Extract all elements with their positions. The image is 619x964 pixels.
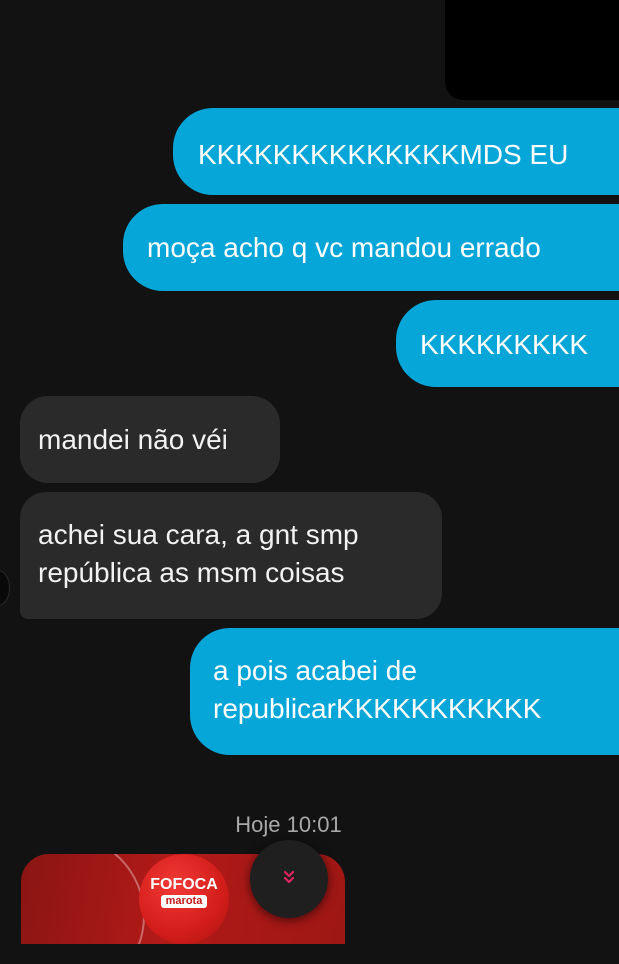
message-text-line: achei sua cara, a gnt smp: [38, 519, 359, 550]
message-bubble-outgoing[interactable]: KKKKKKKKK: [396, 300, 619, 387]
message-text: KKKKKKKKKKKKKKMDS EU: [198, 139, 569, 170]
message-text: moça acho q vc mandou errado: [147, 232, 541, 263]
fofoca-marota-logo: FOFOCA marota: [139, 854, 229, 944]
media-thumbnail[interactable]: [445, 0, 619, 100]
message-timestamp: Hoje 10:01: [235, 812, 342, 837]
decorative-arc: [21, 854, 145, 944]
sender-avatar[interactable]: [0, 570, 10, 606]
message-text-line: república as msm coisas: [38, 557, 345, 588]
message-bubble-outgoing[interactable]: moça acho q vc mandou errado: [123, 204, 619, 291]
message-bubble-outgoing[interactable]: a pois acabei de republicarKKKKKKKKKKK: [190, 628, 619, 755]
message-bubble-incoming[interactable]: mandei não véi: [20, 396, 280, 483]
message-text-line: a pois acabei de: [213, 655, 417, 686]
message-bubble-incoming[interactable]: achei sua cara, a gnt smp república as m…: [20, 492, 442, 619]
logo-text-line2: marota: [161, 895, 207, 908]
message-bubble-outgoing[interactable]: KKKKKKKKKKKKKKMDS EU: [173, 108, 619, 195]
logo-text-line1: FOFOCA: [150, 876, 218, 893]
double-chevron-down-icon: [280, 868, 298, 891]
message-text: KKKKKKKKK: [420, 329, 589, 360]
message-text-line: republicarKKKKKKKKKKK: [213, 693, 542, 724]
scroll-to-bottom-button[interactable]: [250, 840, 328, 918]
message-text: mandei não véi: [38, 424, 228, 455]
